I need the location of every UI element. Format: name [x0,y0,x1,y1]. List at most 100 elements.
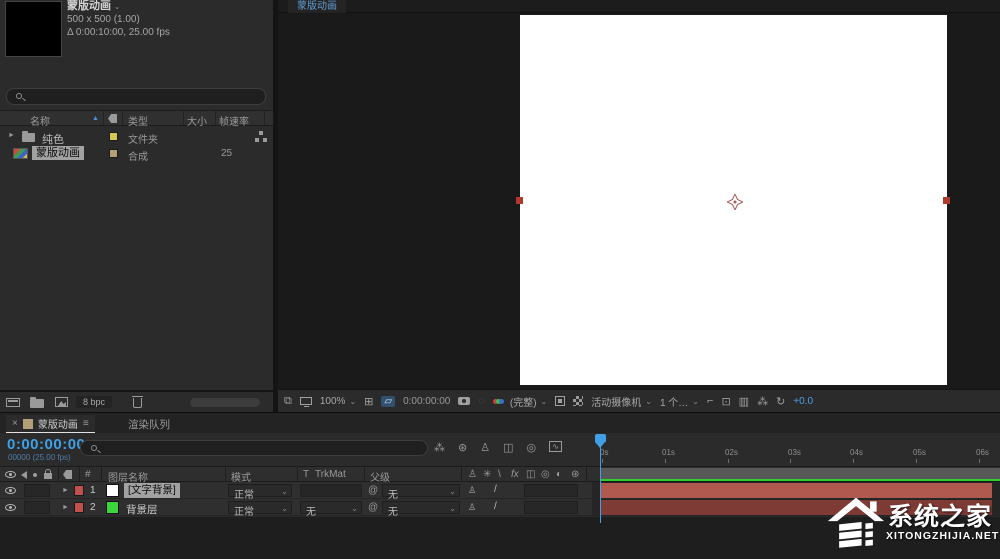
blend-mode-dropdown[interactable]: 正常 ⌄ [228,501,292,518]
quality-toggle-icon[interactable]: / [494,484,497,495]
shy-toggle-icon[interactable]: ♙ [468,502,476,513]
interpret-footage-icon[interactable] [6,398,20,407]
resolution-dropdown[interactable]: (完整) ⌄ [510,394,547,409]
label-color-chip[interactable] [74,502,84,513]
shy-layers-icon[interactable]: ♙ [480,441,490,454]
work-area-bar[interactable] [600,468,1000,479]
expand-arrow-icon[interactable]: ► [62,487,69,494]
column-trkmat[interactable]: TrkMat [315,469,346,480]
always-preview-icon[interactable]: ⧉ [284,395,292,408]
blend-mode-dropdown[interactable]: 正常 ⌄ [228,484,292,501]
quality-switch-icon[interactable]: \ [498,469,501,480]
label-column-icon[interactable] [63,470,72,479]
preview-timecode[interactable]: 0:00:00:00 [403,396,450,407]
label-color-swatch[interactable] [109,132,118,141]
quality-toggle-icon[interactable]: / [494,501,497,512]
column-size[interactable]: 大小 [187,113,207,128]
pixel-aspect-icon[interactable]: ⊡ [721,395,730,408]
camera-view-dropdown[interactable]: 活动摄像机 ⌄ [591,394,652,409]
eye-icon[interactable] [5,471,16,478]
layer-name[interactable]: 背景层 [126,502,158,517]
sort-up-icon[interactable]: ▲ [92,115,99,122]
project-item-comp[interactable]: 蒙版动画 合成 25 [0,145,273,163]
new-composition-icon[interactable] [55,397,68,407]
column-number[interactable]: # [85,469,91,480]
lock-icon[interactable] [44,469,52,479]
left-edge-handle[interactable] [516,197,523,204]
time-ruler[interactable]: 0s 01s 02s 03s 04s 05s 06s [592,445,1000,465]
label-color-chip[interactable] [74,485,84,496]
switch-cells[interactable] [24,484,50,497]
snapshot-camera-icon[interactable] [458,397,471,405]
threed-switch-icon[interactable]: ⊛ [571,469,579,480]
frame-blend-switch-icon[interactable]: ◫ [526,469,535,480]
mask-visibility-icon[interactable]: ▱ [381,395,396,407]
pickwhip-icon[interactable]: @ [368,502,378,513]
anchor-point-icon[interactable] [727,194,743,210]
right-edge-handle[interactable] [943,197,950,204]
timeline-columns-icon[interactable]: ▥ [739,395,749,408]
flowchart-icon[interactable]: ⁂ [757,395,768,408]
expand-arrow-icon[interactable]: ► [62,504,69,511]
timeline-search-input[interactable] [80,440,428,456]
viewer-stage[interactable] [278,14,1000,389]
switch-cells[interactable] [24,501,50,514]
layer-color-swatch[interactable] [106,501,119,514]
adjustment-switch-icon[interactable]: ◐ [556,469,562,480]
collapse-switch-icon[interactable]: ✳ [483,469,491,480]
motion-blur-switch-icon[interactable]: ◎ [541,469,550,480]
reset-exposure-icon[interactable]: ↻ [776,395,785,408]
eye-icon[interactable] [5,504,16,511]
goto-region-icon[interactable]: ⌐ [707,395,713,407]
layer-color-swatch[interactable] [106,484,119,497]
timeline-tab-comp[interactable]: × 蒙版动画 ≡ [6,415,95,433]
fx-switch-icon[interactable]: fx [511,469,519,480]
scrollbar-thumb[interactable] [190,398,260,407]
exposure-value[interactable]: +0.0 [793,396,813,407]
timeline-tab-render-queue[interactable]: 渲染队列 [128,417,170,432]
trash-icon[interactable] [132,396,143,408]
column-framerate[interactable]: 帧速率 [219,113,249,128]
current-timecode[interactable]: 0:00:00:00 [7,436,85,453]
transparency-grid-icon[interactable] [573,396,584,406]
item-name-selected[interactable]: 蒙版动画 [32,146,84,160]
view-layout-dropdown[interactable]: 1 个… ⌄ [660,394,699,409]
parent-dropdown[interactable]: 无 ⌄ [382,501,460,518]
motion-blur-icon[interactable]: ◎ [527,441,537,454]
chevron-down-icon[interactable]: ⌄ [114,2,121,11]
main-viewer-icon[interactable] [299,397,312,407]
playhead-handle[interactable] [595,434,606,442]
column-type[interactable]: 类型 [128,113,148,128]
column-t[interactable]: T [303,469,309,480]
menu-icon[interactable]: ≡ [83,418,89,429]
new-folder-icon[interactable] [30,397,44,408]
channel-settings-icon[interactable] [492,396,504,407]
frame-blending-icon[interactable]: ◫ [503,441,513,454]
pickwhip-icon[interactable]: @ [368,485,378,496]
label-column-icon[interactable] [108,114,117,123]
switch-cells[interactable] [524,501,578,514]
grid-guides-icon[interactable]: ⊞ [364,395,373,408]
playhead-line[interactable] [600,435,601,523]
layer-name-selected[interactable]: [文字背景] [124,483,180,498]
draft-3d-icon[interactable]: ⊛ [458,441,467,454]
shy-toggle-icon[interactable]: ♙ [468,485,476,496]
project-search-input[interactable] [6,88,266,105]
trkmat-dropdown[interactable]: 无 ⌄ [300,501,362,518]
solo-icon[interactable] [33,473,37,477]
expand-arrow-icon[interactable]: ► [8,132,15,139]
project-item-solids[interactable]: ► 纯色 文件夹 [0,128,273,146]
shy-switch-icon[interactable]: ♙ [468,469,477,480]
bit-depth-button[interactable]: 8 bpc [76,396,113,408]
magnification-dropdown[interactable]: 100% ⌄ [320,396,356,407]
viewer-tab[interactable]: 蒙版动画 [288,0,346,13]
composition-mini-flowchart-icon[interactable]: ⁂ [434,441,445,454]
label-color-swatch[interactable] [109,149,118,158]
column-name[interactable]: 名称 [30,113,50,128]
close-icon[interactable]: × [12,418,18,429]
region-of-interest-icon[interactable] [555,396,566,406]
parent-dropdown[interactable]: 无 ⌄ [382,484,460,501]
show-snapshot-icon[interactable]: ◌ [478,395,485,407]
switch-cells[interactable] [524,484,578,497]
audio-icon[interactable] [21,471,27,479]
